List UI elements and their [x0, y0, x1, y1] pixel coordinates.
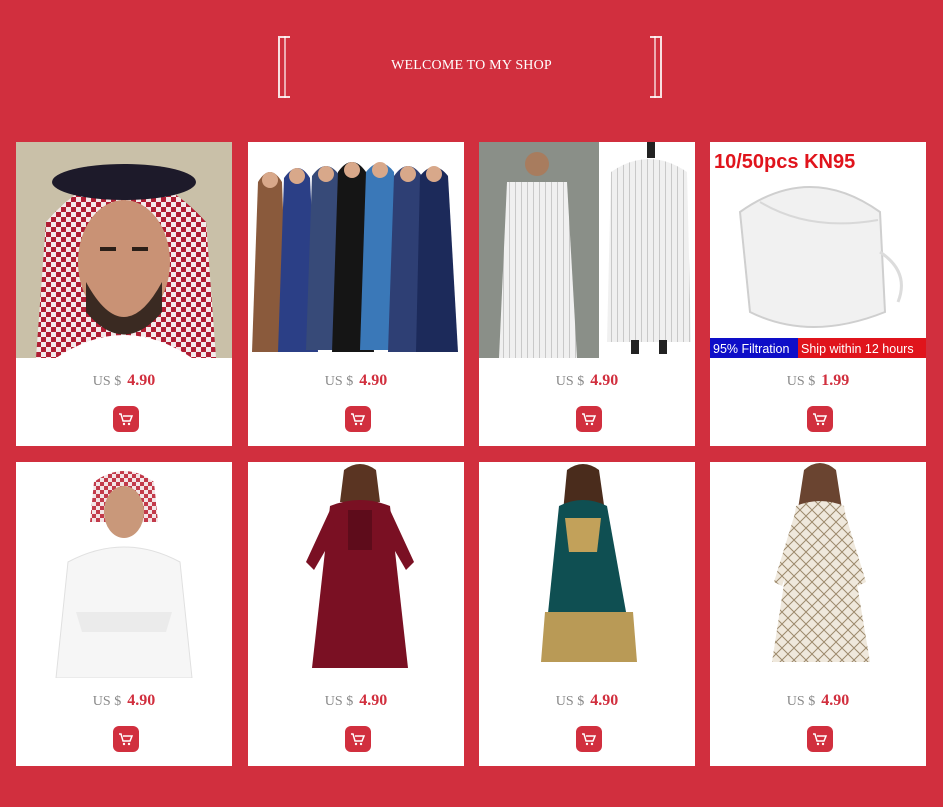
product-price: US $ 4.90 — [479, 372, 695, 390]
price-value: 4.90 — [590, 692, 619, 709]
product-card[interactable]: US $ 4.90 — [248, 462, 464, 766]
price-value: 4.90 — [821, 692, 850, 709]
product-image-white-printed-dress[interactable] — [710, 462, 926, 678]
add-to-cart-button[interactable] — [345, 406, 371, 432]
price-value: 4.90 — [127, 372, 156, 389]
product-image-man-white-thobe[interactable] — [16, 462, 232, 678]
add-to-cart-button[interactable] — [576, 726, 602, 752]
product-price: US $ 4.90 — [16, 372, 232, 390]
product-card[interactable]: US $ 4.90 — [16, 142, 232, 446]
product-image-man-red-shemagh[interactable] — [16, 142, 232, 358]
cart-icon — [813, 413, 828, 426]
add-to-cart-button[interactable] — [113, 726, 139, 752]
price-value: 4.90 — [359, 372, 388, 389]
currency-label: US $ — [324, 694, 354, 709]
cart-icon — [813, 733, 828, 746]
mask-headline: 10/50pcs KN95 — [714, 151, 855, 173]
shop-title: WELCOME TO MY SHOP — [391, 58, 552, 73]
currency-label: US $ — [324, 374, 354, 389]
cart-icon — [119, 413, 134, 426]
product-price: US $ 1.99 — [710, 372, 926, 390]
product-price: US $ 4.90 — [479, 692, 695, 710]
product-price: US $ 4.90 — [710, 692, 926, 710]
product-image-striped-thobe[interactable] — [479, 142, 695, 358]
currency-label: US $ — [786, 694, 816, 709]
shop-header: WELCOME TO MY SHOP — [0, 0, 943, 130]
cart-icon — [582, 413, 597, 426]
price-value: 4.90 — [590, 372, 619, 389]
price-value: 1.99 — [821, 372, 850, 389]
product-image-kn95-mask[interactable]: 10/50pcs KN95 95% Filtration Ship within… — [710, 142, 926, 358]
filtration-badge: 95% Filtration — [713, 342, 789, 356]
cart-icon — [351, 413, 366, 426]
add-to-cart-button[interactable] — [345, 726, 371, 752]
right-bracket-decoration — [650, 36, 662, 98]
currency-label: US $ — [92, 694, 122, 709]
product-card[interactable]: 10/50pcs KN95 95% Filtration Ship within… — [710, 142, 926, 446]
product-card[interactable]: US $ 4.90 — [710, 462, 926, 766]
product-image-women-prayer-dresses[interactable] — [248, 142, 464, 358]
product-card[interactable]: US $ 4.90 — [16, 462, 232, 766]
product-card[interactable]: US $ 4.90 — [479, 142, 695, 446]
product-image-green-velvet-dress[interactable] — [479, 462, 695, 678]
add-to-cart-button[interactable] — [807, 406, 833, 432]
shipping-badge: Ship within 12 hours — [801, 342, 914, 356]
currency-label: US $ — [92, 374, 122, 389]
product-price: US $ 4.90 — [248, 372, 464, 390]
currency-label: US $ — [555, 694, 585, 709]
product-card[interactable]: US $ 4.90 — [479, 462, 695, 766]
cart-icon — [582, 733, 597, 746]
product-image-burgundy-dress[interactable] — [248, 462, 464, 678]
add-to-cart-button[interactable] — [807, 726, 833, 752]
currency-label: US $ — [555, 374, 585, 389]
currency-label: US $ — [786, 374, 816, 389]
add-to-cart-button[interactable] — [576, 406, 602, 432]
cart-icon — [119, 733, 134, 746]
product-price: US $ 4.90 — [248, 692, 464, 710]
product-price: US $ 4.90 — [16, 692, 232, 710]
price-value: 4.90 — [127, 692, 156, 709]
product-card[interactable]: US $ 4.90 — [248, 142, 464, 446]
price-value: 4.90 — [359, 692, 388, 709]
cart-icon — [351, 733, 366, 746]
add-to-cart-button[interactable] — [113, 406, 139, 432]
